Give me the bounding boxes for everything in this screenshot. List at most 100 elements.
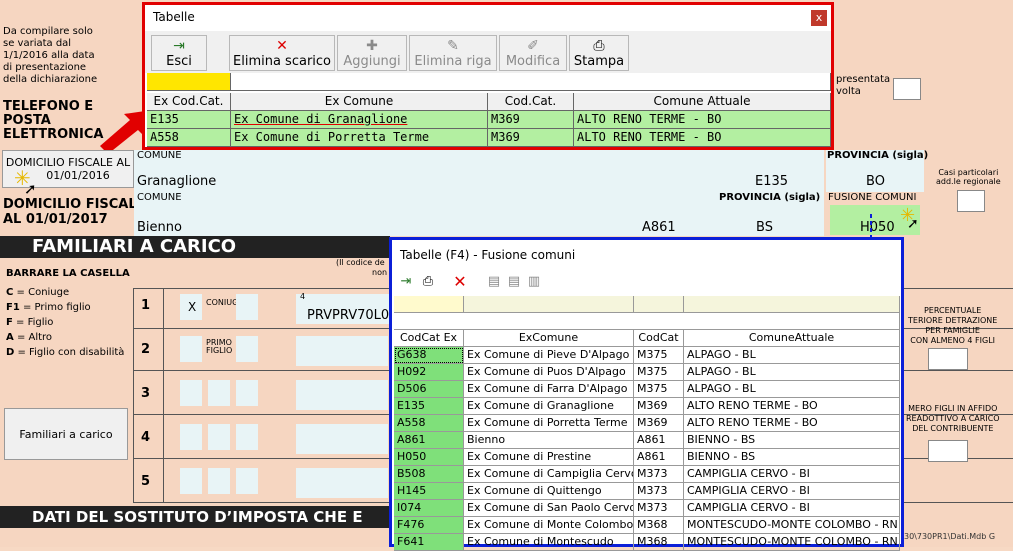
familiari-a-carico-button[interactable]: Familiari a carico [4, 408, 128, 460]
tabelle-f4-dialog: Tabelle (F4) - Fusione comuni ⇥ ⎙ ✕ ▤ ▤ … [389, 237, 904, 551]
col-excomune[interactable]: ExComune [464, 330, 634, 347]
elimina-scarico-button[interactable]: ✕ Elimina scarico [229, 35, 335, 71]
exit-icon: ⇥ [173, 38, 185, 54]
side-note-line: se variata dal [3, 38, 72, 49]
col-ex-comune[interactable]: Ex Comune [231, 93, 488, 111]
dialog2-toolbar: ⇥ ⎙ ✕ ▤ ▤ ▥ [392, 270, 901, 294]
row2-box[interactable] [236, 336, 258, 362]
casi-particolari-box[interactable] [957, 190, 985, 212]
percentuale-line: PER FAMIGLIE [925, 326, 980, 335]
table-row[interactable]: B508 Ex Comune di Campiglia Cervo M373 CAMP… [394, 466, 900, 483]
edit-icon[interactable]: ▤ [506, 274, 522, 290]
percentuale-line: CON ALMENO 4 FIGLI [910, 336, 996, 345]
cell: BIENNO - BS [684, 449, 900, 466]
row3-box[interactable] [208, 380, 230, 406]
exit-icon[interactable]: ⇥ [398, 274, 414, 290]
cf-field-row2[interactable] [296, 336, 388, 366]
filter-cell[interactable] [147, 73, 231, 91]
table-row[interactable]: F641 Ex Comune di Montescudo M368 MONTESCUD… [394, 534, 900, 551]
table-row[interactable]: E135 Ex Comune di Granaglione M369 ALTO REN… [394, 398, 900, 415]
provincia-2017-label: PROVINCIA (sigla) [719, 192, 821, 203]
cell: F641 [394, 534, 464, 551]
elimina-riga-button[interactable]: ✎ Elimina riga [409, 35, 497, 71]
esci-button[interactable]: ⇥ Esci [151, 35, 207, 71]
row3-box[interactable] [236, 380, 258, 406]
elimina-scarico-label: Elimina scarico [233, 54, 331, 69]
cf-field-row3[interactable] [296, 380, 388, 410]
side-note-line: della dichiarazione [3, 74, 98, 85]
table-row[interactable]: A861 Bienno A861 BIENNO - BS [394, 432, 900, 449]
cell: Ex Comune di Quittengo [464, 483, 634, 500]
table-row[interactable]: A558 Ex Comune di Porretta Terme M369 AL… [147, 129, 831, 147]
add-icon[interactable]: ▤ [486, 274, 502, 290]
table-row[interactable]: F476 Ex Comune di Monte Colombo M368 MONTES… [394, 517, 900, 534]
col-comune-attuale[interactable]: Comune Attuale [574, 93, 831, 111]
filter-row [147, 73, 831, 91]
edit-icon: ✐ [527, 38, 539, 54]
row4-box[interactable] [180, 424, 202, 450]
row3-box[interactable] [180, 380, 202, 406]
cell: CAMPIGLIA CERVO - BI [684, 466, 900, 483]
cell: M368 [634, 517, 684, 534]
close-icon[interactable]: x [811, 10, 827, 26]
table-row[interactable]: A558 Ex Comune di Porretta Terme M369 ALTO … [394, 415, 900, 432]
col-codcat[interactable]: CodCat [634, 330, 684, 347]
cell: Ex Comune di Porretta Terme [464, 415, 634, 432]
row5-box[interactable] [180, 468, 202, 494]
comune-label: COMUNE [137, 150, 182, 161]
elimina-riga-label: Elimina riga [414, 54, 492, 69]
cf-field-row5[interactable] [296, 468, 388, 498]
table-row[interactable]: G638 Ex Comune di Pieve D'Alpago M375 ALPAG… [394, 347, 900, 364]
modifica-button[interactable]: ✐ Modifica [499, 35, 567, 71]
code-2017-value: A861 [642, 220, 676, 235]
telefono-label: TELEFONO E POSTA ELETTRONICA [3, 100, 103, 142]
percentuale-box[interactable] [928, 348, 968, 370]
table-row[interactable]: D506 Ex Comune di Farra D'Alpago M375 ALPAG… [394, 381, 900, 398]
primo-figlio-checkbox[interactable] [180, 336, 202, 362]
primo-figlio-label: PRIMO FIGLIO [206, 339, 232, 355]
cell: I074 [394, 500, 464, 517]
row-number: 3 [141, 386, 151, 401]
row4-box[interactable] [208, 424, 230, 450]
cell: M369 [634, 415, 684, 432]
col-comuneattuale[interactable]: ComuneAttuale [684, 330, 900, 347]
comune-2016-field[interactable] [134, 150, 824, 192]
presentata-line: volta [836, 86, 861, 97]
filter-cell[interactable] [231, 73, 831, 91]
stampa-button[interactable]: ⎙ Stampa [569, 35, 629, 71]
cell: CAMPIGLIA CERVO - BI [684, 500, 900, 517]
filter-cell[interactable] [464, 296, 634, 313]
telefono-line: ELETTRONICA [3, 127, 104, 142]
print-icon[interactable]: ⎙ [420, 274, 436, 290]
cell: M369 [488, 129, 574, 147]
table-row[interactable]: H092 Ex Comune di Puos D'Alpago M375 ALPAGO… [394, 364, 900, 381]
presentata-box[interactable] [893, 78, 921, 100]
table-row[interactable]: H145 Ex Comune di Quittengo M373 CAMPIGLIA … [394, 483, 900, 500]
side-note-line: di presentazione [3, 62, 87, 73]
row5-box[interactable] [208, 468, 230, 494]
col-codcat[interactable]: Cod.Cat. [488, 93, 574, 111]
numero-figli-box[interactable] [928, 440, 968, 462]
copy-icon[interactable]: ▥ [526, 274, 542, 290]
filter-cell[interactable] [394, 296, 464, 313]
col-ex-codcat[interactable]: Ex Cod.Cat. [147, 93, 231, 111]
cf-field-row4[interactable] [296, 424, 388, 454]
aggiungi-button[interactable]: ✚ Aggiungi [337, 35, 407, 71]
cell: G638 [394, 347, 464, 364]
table-row[interactable]: I074 Ex Comune di San Paolo Cervo M373 CAMP… [394, 500, 900, 517]
filter-cell[interactable] [684, 296, 900, 313]
cell: A558 [147, 129, 231, 147]
dati-sostituto-title: DATI DEL SOSTITUTO D’IMPOSTA CHE E [0, 506, 389, 528]
cell: Ex Comune di Puos D'Alpago [464, 364, 634, 381]
col-codcat-ex[interactable]: CodCat Ex [394, 330, 464, 347]
row5-box[interactable] [236, 468, 258, 494]
row4-box[interactable] [236, 424, 258, 450]
row1-box[interactable] [236, 294, 258, 320]
table-row[interactable]: E135 Ex Comune di Granaglione M369 ALTO … [147, 111, 831, 129]
delete-icon[interactable]: ✕ [452, 274, 468, 290]
cell: F476 [394, 517, 464, 534]
comune-2017-label: COMUNE [137, 192, 182, 203]
filter-cell[interactable] [634, 296, 684, 313]
table-row[interactable]: H050 Ex Comune di Prestine A861 BIENNO - BS [394, 449, 900, 466]
casi-line: add.le regionale [936, 177, 1001, 186]
